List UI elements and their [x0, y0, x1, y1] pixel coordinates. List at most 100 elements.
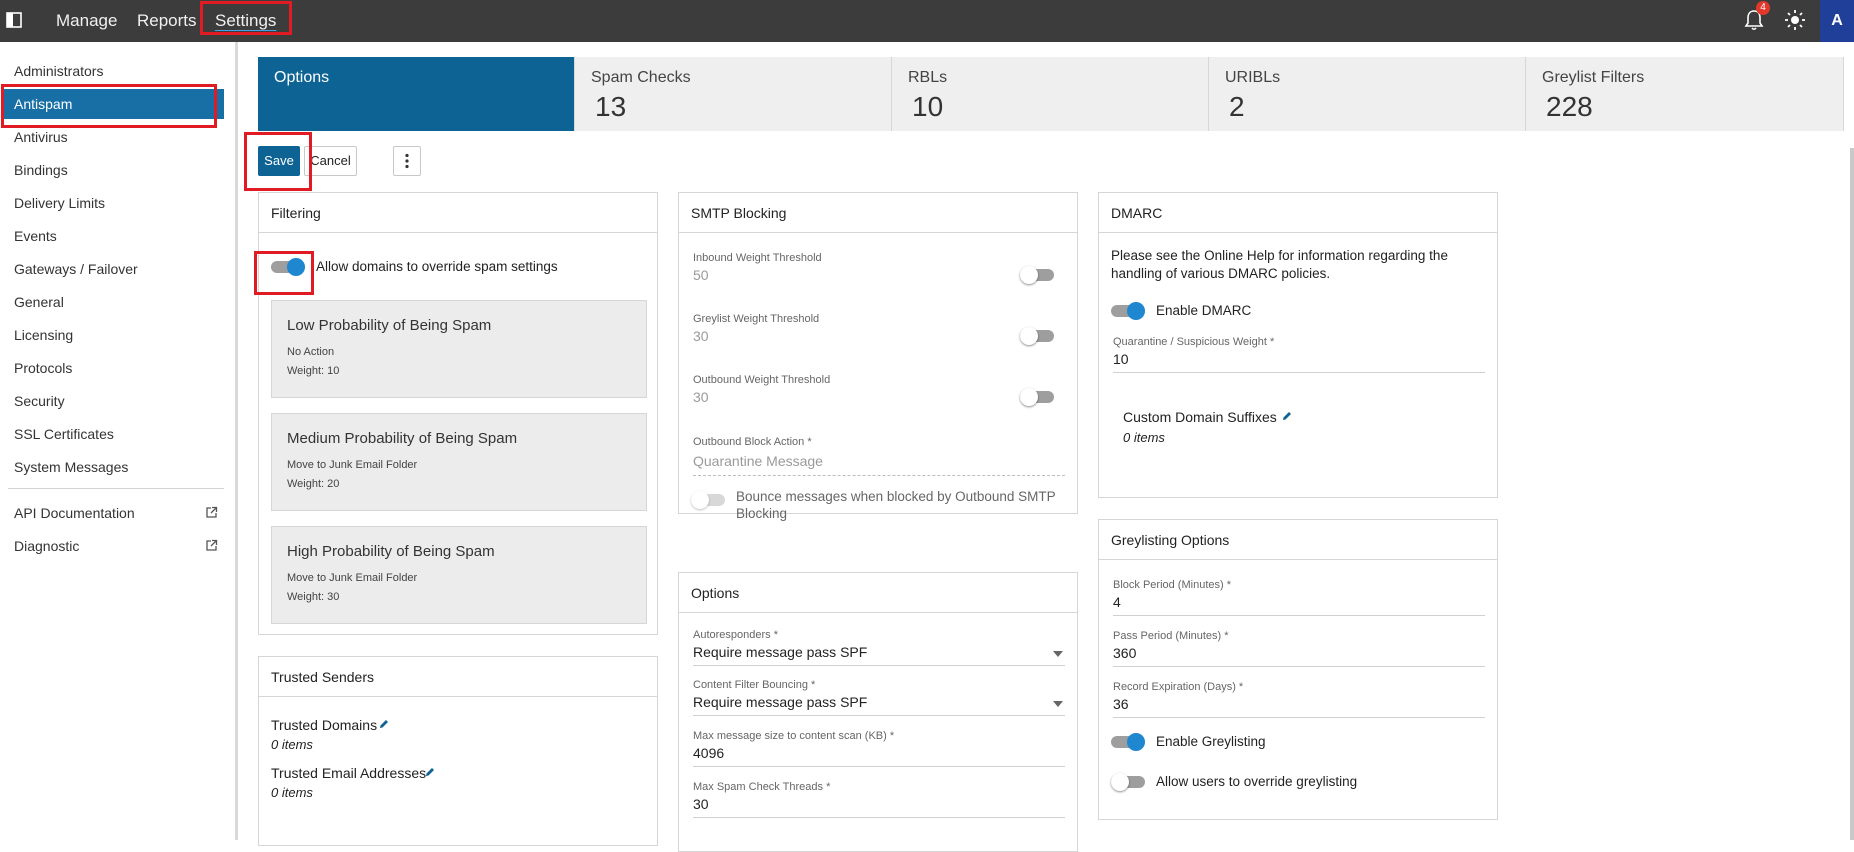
- content-filter-bouncing-label: Content Filter Bouncing *: [693, 679, 816, 691]
- sidebar-item-gateways-failover[interactable]: Gateways / Failover: [0, 254, 224, 284]
- outbound-block-action-select[interactable]: Quarantine Message: [693, 453, 823, 469]
- sidebar-item-delivery-limits[interactable]: Delivery Limits: [0, 188, 224, 218]
- enable-greylisting-label: Enable Greylisting: [1156, 734, 1266, 749]
- options-card: Options Autoresponders * Require message…: [678, 572, 1078, 852]
- allow-domains-override-label: Allow domains to override spam settings: [316, 259, 558, 274]
- tab-uribls[interactable]: URIBLs 2: [1209, 57, 1526, 131]
- edit-trusted-domains-pencil-icon[interactable]: [378, 718, 390, 730]
- level-title: Medium Probability of Being Spam: [287, 430, 518, 447]
- high-probability-level[interactable]: High Probability of Being Spam Move to J…: [271, 526, 647, 624]
- sidebar-item-protocols[interactable]: Protocols: [0, 353, 224, 383]
- sidebar-toggle-icon[interactable]: [5, 10, 25, 30]
- sidebar-item-api-documentation[interactable]: API Documentation: [0, 498, 224, 528]
- level-action: No Action: [287, 346, 335, 358]
- toggle-knob: [287, 258, 305, 276]
- vertical-ellipsis-icon: [405, 153, 409, 169]
- allow-users-override-greylisting-toggle[interactable]: [1111, 773, 1145, 791]
- sidebar-item-antivirus[interactable]: Antivirus: [0, 122, 224, 152]
- level-title: Low Probability of Being Spam: [287, 317, 492, 334]
- tab-count: 10: [912, 91, 944, 122]
- outbound-weight-toggle[interactable]: [1020, 388, 1054, 406]
- level-action: Move to Junk Email Folder: [287, 459, 418, 471]
- outbound-weight-value: 30: [693, 389, 709, 405]
- level-title: High Probability of Being Spam: [287, 543, 495, 560]
- outbound-weight-label: Outbound Weight Threshold: [693, 374, 831, 386]
- enable-greylisting-toggle[interactable]: [1111, 733, 1145, 751]
- sidebar-item-events[interactable]: Events: [0, 221, 224, 251]
- inbound-weight-toggle[interactable]: [1020, 266, 1054, 284]
- level-weight: Weight: 30: [287, 591, 340, 603]
- nav-settings[interactable]: Settings: [215, 8, 276, 34]
- sidebar-item-licensing[interactable]: Licensing: [0, 320, 224, 350]
- sidebar-item-bindings[interactable]: Bindings: [0, 155, 224, 185]
- external-link-icon: [206, 506, 218, 518]
- bounce-messages-label-line1: Bounce messages when blocked by Outbound…: [736, 489, 1056, 504]
- filtering-card: Filtering Allow domains to override spam…: [258, 192, 658, 635]
- toggle-knob: [1020, 388, 1038, 406]
- content-filter-bouncing-select[interactable]: Require message pass SPF: [693, 694, 867, 710]
- max-spam-threads-label: Max Spam Check Threads *: [693, 781, 831, 793]
- enable-dmarc-label: Enable DMARC: [1156, 303, 1252, 318]
- sidebar-item-label: API Documentation: [14, 505, 135, 521]
- more-actions-button[interactable]: [393, 146, 421, 176]
- record-expiration-input[interactable]: 36: [1113, 696, 1129, 712]
- bounce-messages-toggle[interactable]: [691, 491, 725, 509]
- autoresponders-label: Autoresponders *: [693, 629, 778, 641]
- dmarc-help-line1: Please see the Online Help for informati…: [1111, 248, 1448, 263]
- max-message-size-input[interactable]: 4096: [693, 745, 724, 761]
- external-link-icon: [206, 539, 218, 551]
- enable-dmarc-toggle[interactable]: [1111, 302, 1145, 320]
- sidebar-item-administrators[interactable]: Administrators: [0, 56, 224, 86]
- tab-count: 228: [1546, 91, 1593, 122]
- sidebar-item-general[interactable]: General: [0, 287, 224, 317]
- edit-custom-suffixes-pencil-icon[interactable]: [1281, 410, 1293, 422]
- sidebar-item-antispam[interactable]: Antispam: [4, 89, 224, 119]
- sidebar-item-security[interactable]: Security: [0, 386, 224, 416]
- cancel-button[interactable]: Cancel: [304, 146, 357, 176]
- theme-toggle-sun-icon[interactable]: [1783, 8, 1807, 32]
- block-period-input[interactable]: 4: [1113, 594, 1121, 610]
- page-scrollbar[interactable]: [1850, 148, 1854, 840]
- low-probability-level[interactable]: Low Probability of Being Spam No Action …: [271, 300, 647, 398]
- trusted-senders-card: Trusted Senders Trusted Domains 0 items …: [258, 656, 658, 846]
- nav-reports[interactable]: Reports: [137, 8, 197, 34]
- tab-greylist-filters[interactable]: Greylist Filters 228: [1526, 57, 1844, 131]
- pass-period-label: Pass Period (Minutes) *: [1113, 630, 1229, 642]
- tab-spam-checks[interactable]: Spam Checks 13: [575, 57, 892, 131]
- chevron-down-icon[interactable]: [1053, 701, 1063, 707]
- pass-period-input[interactable]: 360: [1113, 645, 1136, 661]
- sidebar-item-system-messages[interactable]: System Messages: [0, 452, 224, 482]
- tab-options[interactable]: Options: [258, 57, 575, 131]
- field-underline: [693, 665, 1065, 666]
- greylist-weight-toggle[interactable]: [1020, 327, 1054, 345]
- sidebar-item-ssl-certificates[interactable]: SSL Certificates: [0, 419, 224, 449]
- main-content: Options Spam Checks 13 RBLs 10 URIBLs 2 …: [241, 42, 1854, 852]
- sidebar-item-diagnostic[interactable]: Diagnostic: [0, 531, 224, 561]
- save-button[interactable]: Save: [258, 146, 300, 176]
- options-card-title: Options: [679, 573, 1077, 613]
- quarantine-weight-input[interactable]: 10: [1113, 351, 1129, 367]
- allow-domains-override-toggle[interactable]: [271, 258, 305, 276]
- max-spam-threads-input[interactable]: 30: [693, 796, 709, 812]
- tab-label: URIBLs: [1225, 69, 1281, 86]
- inbound-weight-label: Inbound Weight Threshold: [693, 252, 822, 264]
- autoresponders-select[interactable]: Require message pass SPF: [693, 644, 867, 660]
- toggle-knob: [1020, 266, 1038, 284]
- field-underline: [1113, 372, 1485, 373]
- toggle-knob: [1127, 733, 1145, 751]
- medium-probability-level[interactable]: Medium Probability of Being Spam Move to…: [271, 413, 647, 511]
- tab-label: RBLs: [908, 69, 948, 86]
- record-expiration-label: Record Expiration (Days) *: [1113, 681, 1244, 693]
- tab-rbls[interactable]: RBLs 10: [892, 57, 1209, 131]
- field-underline: [1113, 717, 1485, 718]
- level-weight: Weight: 10: [287, 365, 340, 377]
- nav-manage[interactable]: Manage: [56, 8, 117, 34]
- chevron-down-icon[interactable]: [1053, 651, 1063, 657]
- toggle-knob: [691, 491, 709, 509]
- user-avatar[interactable]: A: [1820, 0, 1854, 42]
- edit-trusted-emails-pencil-icon[interactable]: [424, 766, 436, 778]
- greylist-weight-value: 30: [693, 328, 709, 344]
- allow-users-override-greylisting-label: Allow users to override greylisting: [1156, 774, 1358, 789]
- trusted-emails-label: Trusted Email Addresses: [271, 765, 427, 781]
- dmarc-help-line2: handling of various DMARC policies.: [1111, 266, 1331, 281]
